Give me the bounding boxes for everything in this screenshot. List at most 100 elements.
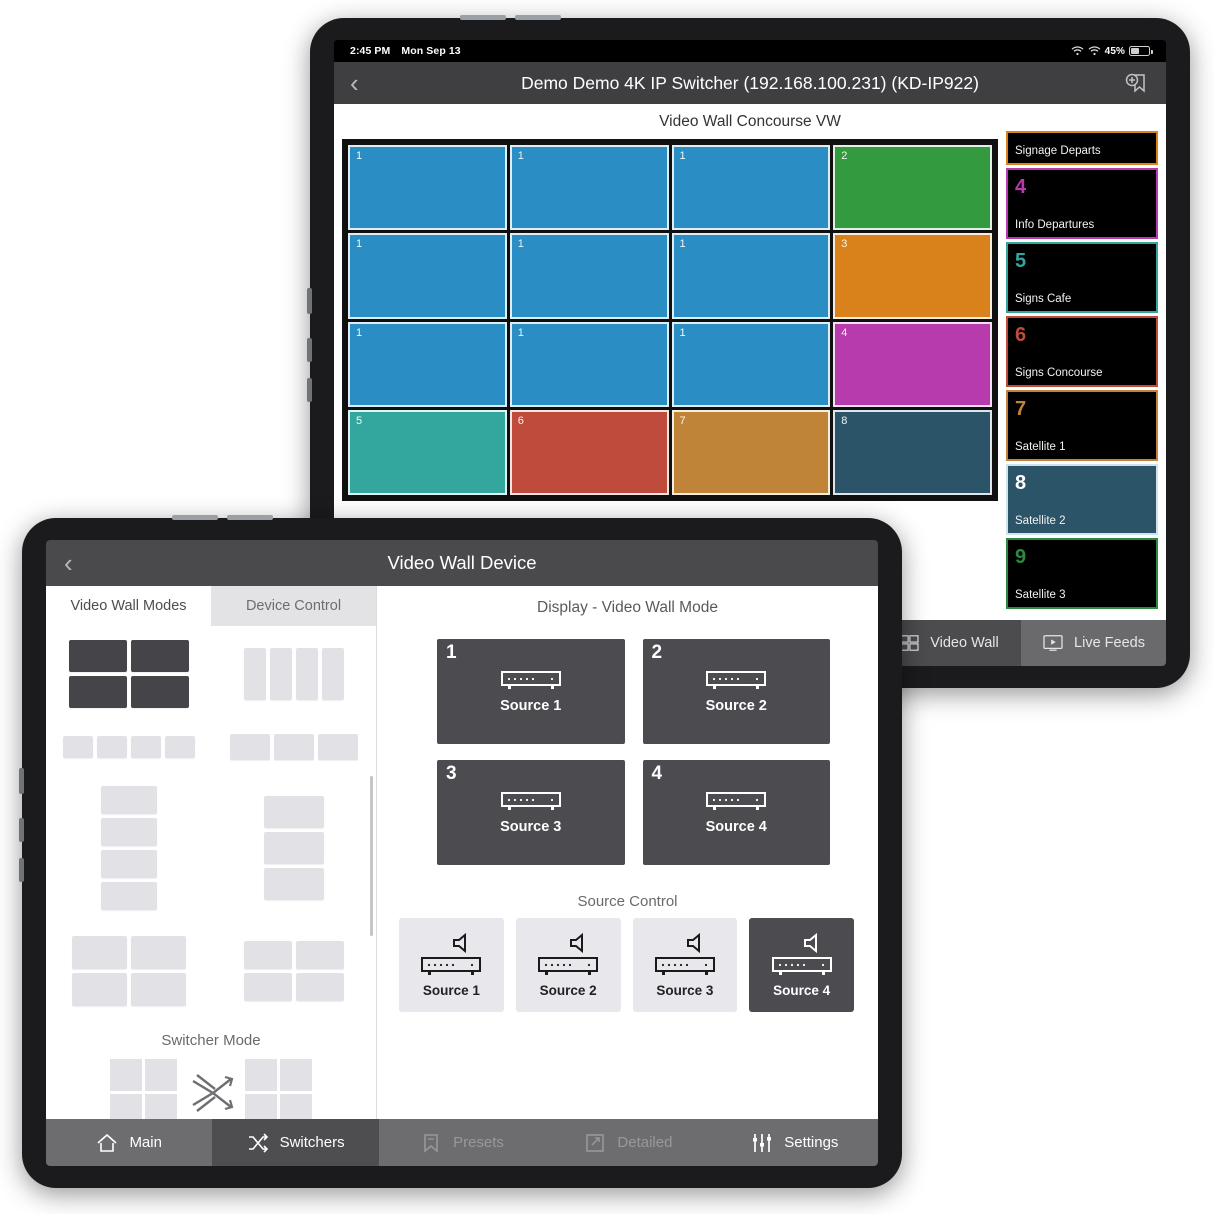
- videowall-mode-option[interactable]: [46, 936, 211, 1006]
- mode-tile: [130, 676, 189, 708]
- source-name: Satellite 1: [1015, 441, 1066, 453]
- videowall-mode-option[interactable]: [211, 786, 376, 910]
- side-button-a[interactable]: [307, 288, 312, 314]
- display-source-card[interactable]: 1 Source 1: [437, 639, 625, 744]
- mode-tile: [100, 850, 157, 878]
- mode-tile: [71, 973, 127, 1006]
- volume-down-button[interactable]: [515, 15, 561, 20]
- display-source-card[interactable]: 4 Source 4: [642, 760, 830, 865]
- source-list-item[interactable]: 9 Satellite 3: [1006, 538, 1158, 609]
- source-control-button[interactable]: Source 4: [749, 918, 854, 1012]
- source-list-item[interactable]: 4 Info Departures: [1006, 168, 1158, 239]
- source-control-button[interactable]: Source 3: [632, 918, 738, 1012]
- display-source-card[interactable]: 2 Source 2: [642, 639, 830, 744]
- source-list-item[interactable]: 7 Satellite 1: [1006, 390, 1158, 461]
- switcher-mode-graphic[interactable]: [46, 1059, 376, 1119]
- source-list-item[interactable]: 6 Signs Concourse: [1006, 316, 1158, 387]
- tab-live-feeds[interactable]: Live Feeds: [1021, 620, 1166, 666]
- source-control-row[interactable]: Source 1 Source 2 Source 3 Source 4: [377, 910, 878, 1012]
- mode-tile: [295, 941, 344, 969]
- tab-switchers[interactable]: Switchers: [212, 1119, 379, 1166]
- side-button-b1[interactable]: [19, 768, 24, 794]
- videowall-cell[interactable]: 5: [348, 409, 507, 495]
- videowall-cell[interactable]: 1: [671, 233, 831, 319]
- page-title: Demo Demo 4K IP Switcher (192.168.100.23…: [521, 72, 979, 93]
- videowall-mode-option[interactable]: [211, 936, 376, 1006]
- source-control-icons: [654, 932, 716, 978]
- back-button-b[interactable]: ‹: [64, 550, 94, 576]
- videowall-grid[interactable]: 1 1 1 2 1 1 1 3 1 1 1 4 5 6 7 8: [342, 139, 998, 501]
- videowall-mode-option[interactable]: [46, 786, 211, 910]
- tab-settings[interactable]: Settings: [712, 1119, 878, 1166]
- side-button-b[interactable]: [307, 338, 312, 362]
- source-name: Signage Departs: [1015, 145, 1101, 157]
- videowall-mode-option[interactable]: [46, 640, 211, 708]
- videowall-mode-option[interactable]: [211, 640, 376, 708]
- tab-main[interactable]: Main: [46, 1119, 212, 1166]
- add-preset-icon[interactable]: [1122, 69, 1150, 97]
- modes-scroll-area[interactable]: Switcher Mode: [46, 626, 376, 1119]
- videowall-cell[interactable]: 7: [671, 409, 831, 495]
- tab-label: Settings: [784, 1134, 839, 1151]
- videowall-cell[interactable]: 1: [671, 321, 831, 407]
- tablet-b-tabbar[interactable]: Main Switchers Presets Detailed Settings: [46, 1119, 878, 1166]
- videowall-cell[interactable]: 1: [348, 321, 507, 407]
- modes-scrollbar[interactable]: [370, 776, 373, 936]
- tablet-b-navbar: ‹ Video Wall Device: [46, 540, 878, 586]
- source-control-button[interactable]: Source 2: [515, 918, 621, 1012]
- source-list-item[interactable]: 5 Signs Cafe: [1006, 242, 1158, 313]
- mode-tile: [130, 736, 161, 758]
- tab-device-control[interactable]: Device Control: [211, 586, 376, 626]
- mode-tile: [243, 648, 266, 700]
- tab-label: Video Wall: [930, 635, 999, 651]
- videowall-cell[interactable]: 1: [348, 145, 507, 231]
- source-list[interactable]: Signage Departs 4 Info Departures 5 Signs Ca…: [1006, 131, 1158, 611]
- videowall-cell[interactable]: 8: [833, 409, 992, 495]
- source-control-label: Source 4: [773, 983, 831, 998]
- volume-down-button-b[interactable]: [227, 515, 273, 520]
- videowall-cell-label: 1: [679, 150, 686, 162]
- videowall-cell-label: 1: [517, 326, 524, 339]
- videowall-mode-option[interactable]: [211, 734, 376, 760]
- source-device-icon: [654, 957, 715, 975]
- side-button-b2[interactable]: [19, 818, 24, 842]
- videowall-cell[interactable]: 2: [833, 145, 992, 231]
- videowall-cell-label: 1: [517, 150, 524, 162]
- source-card-grid[interactable]: 1 Source 1 2 Source 2 3 Source 3 4 Source 4: [377, 617, 878, 865]
- source-list-item[interactable]: 8 Satellite 2: [1006, 464, 1158, 535]
- source-number: 4: [1015, 176, 1027, 198]
- source-name: Satellite 2: [1015, 515, 1066, 527]
- videowall-cell[interactable]: 3: [833, 233, 992, 319]
- expand-icon: [584, 1133, 606, 1153]
- videowall-cell[interactable]: 1: [348, 233, 507, 319]
- source-name: Satellite 3: [1015, 589, 1066, 601]
- shuffle-icon: [247, 1132, 269, 1153]
- mode-tile: [62, 736, 93, 758]
- source-control-button[interactable]: Source 1: [399, 918, 504, 1012]
- display-source-card[interactable]: 3 Source 3: [437, 760, 625, 865]
- tab-label: Detailed: [617, 1134, 673, 1151]
- mode-tile: [164, 736, 195, 758]
- source-control-label: Source 1: [422, 983, 480, 998]
- left-tab-strip[interactable]: Video Wall Modes Device Control: [46, 586, 376, 626]
- side-button-c[interactable]: [307, 378, 312, 402]
- videowall-cell[interactable]: 1: [671, 145, 831, 231]
- tablet-a-tabbar[interactable]: Video Wall Live Feeds: [876, 620, 1166, 666]
- videowall-cell[interactable]: 6: [509, 409, 669, 495]
- videowall-cell[interactable]: 1: [509, 321, 669, 407]
- videowall-cell[interactable]: 1: [509, 233, 669, 319]
- volume-up-button[interactable]: [460, 15, 506, 20]
- mode-thumbnail: [263, 796, 324, 900]
- tab-label: Switchers: [279, 1134, 345, 1151]
- source-device-icon: [500, 670, 561, 689]
- videowall-cell[interactable]: 1: [509, 145, 669, 231]
- volume-up-button-b[interactable]: [172, 515, 218, 520]
- videowall-cell[interactable]: 4: [833, 321, 992, 407]
- source-list-item[interactable]: Signage Departs: [1006, 131, 1158, 165]
- back-button[interactable]: ‹: [350, 70, 380, 96]
- videowall-mode-option[interactable]: [46, 734, 211, 760]
- videowall-cell-label: 6: [517, 414, 524, 427]
- tab-video-wall-modes[interactable]: Video Wall Modes: [46, 586, 211, 626]
- battery-percent: 45%: [1104, 45, 1125, 57]
- side-button-b3[interactable]: [19, 858, 24, 882]
